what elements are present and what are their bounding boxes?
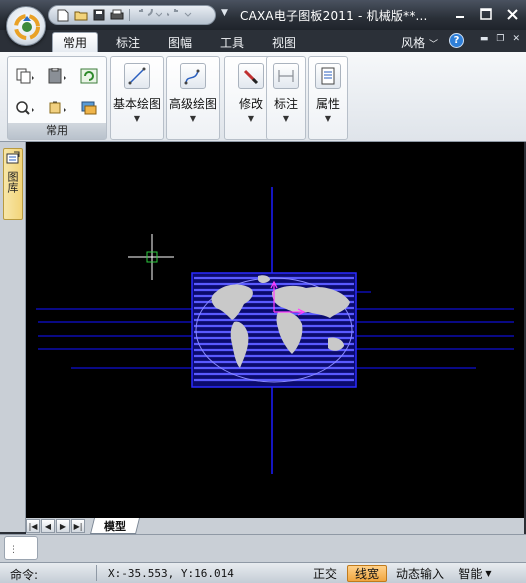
print-icon[interactable] [109, 8, 124, 22]
app-menu-button[interactable] [6, 6, 46, 46]
world-map-image [191, 272, 357, 388]
command-prompt: 命令: [10, 568, 39, 582]
quick-access-dropdown-icon[interactable]: ▼ [221, 8, 228, 18]
help-icon[interactable]: ? [449, 33, 464, 48]
maximize-icon[interactable] [478, 6, 494, 22]
dimension-label: 标注 [273, 97, 298, 111]
ortho-toggle[interactable]: 正交 [306, 565, 344, 582]
copy-icon[interactable] [11, 65, 39, 87]
window-controls [452, 6, 520, 22]
tab-tools[interactable]: 工具 [212, 32, 252, 52]
tab-sheet[interactable]: 图幅 [160, 32, 200, 52]
properties-brush-icon[interactable] [43, 97, 71, 119]
common-row-2 [11, 97, 103, 119]
last-layout-icon[interactable]: ▶| [71, 519, 85, 533]
next-layout-icon[interactable]: ▶ [56, 519, 70, 533]
ribbon-window-controls: ▬ ❐ ✕ [480, 34, 520, 44]
crosshair-cursor [128, 234, 174, 280]
grip-icon: ⋮ [9, 545, 18, 555]
tab-annotate[interactable]: 标注 [108, 32, 148, 52]
chevron-down-icon: ▼ [324, 114, 332, 123]
cursor-coordinates: X:-35.553, Y:16.014 [108, 567, 234, 580]
common-group: 常用 [7, 56, 107, 140]
layer-manager-icon[interactable] [75, 97, 103, 119]
command-history-box[interactable]: ⋮ [4, 536, 38, 560]
layout-nav-buttons: |◀ ◀ ▶ ▶| [26, 519, 85, 533]
library-tab[interactable]: 图库 [3, 148, 23, 220]
first-layout-icon[interactable]: |◀ [26, 519, 40, 533]
library-icon [6, 151, 20, 164]
advanced-draw-label: 高级绘图 [168, 97, 217, 111]
layout-tab-bar: |◀ ◀ ▶ ▶| 模型 [26, 518, 524, 534]
chevron-down-icon: ▼ [189, 114, 197, 123]
ribbon-close-icon[interactable]: ✕ [512, 34, 520, 44]
smart-snap-toggle[interactable]: 智能 ▼ [455, 565, 495, 582]
minimize-icon[interactable] [452, 6, 468, 22]
status-bar: 命令: X:-35.553, Y:16.014 正交 线宽 动态输入 智能 ▼ [0, 562, 526, 583]
window-title: CAXA电子图板2011 - 机械版**... [240, 9, 428, 23]
eraser-icon [238, 63, 264, 89]
dimension-icon [273, 63, 299, 89]
ribbon-tab-row: 常用 标注 图幅 工具 视图 [0, 30, 526, 52]
chevron-down-icon: ▼ [133, 114, 141, 123]
title-bar: ▼ CAXA电子图板2011 - 机械版**... [0, 0, 526, 30]
status-divider [96, 565, 97, 581]
quick-access-toolbar [48, 5, 216, 25]
tab-common[interactable]: 常用 [52, 32, 98, 52]
common-group-label: 常用 [8, 123, 106, 139]
close-icon[interactable] [504, 6, 520, 22]
regenerate-icon[interactable] [75, 65, 103, 87]
chevron-down-icon: ▼ [282, 114, 290, 123]
properties-label: 属性 [315, 97, 340, 111]
new-file-icon[interactable] [55, 8, 70, 22]
command-area: ⋮ [0, 534, 526, 562]
tab-model[interactable]: 模型 [90, 518, 140, 534]
basic-draw-label: 基本绘图 [112, 97, 161, 111]
redo-icon[interactable] [166, 8, 194, 22]
caxa-logo-icon [14, 14, 40, 40]
undo-icon[interactable] [135, 8, 163, 22]
save-icon[interactable] [91, 8, 106, 22]
properties-button[interactable]: 属性 ▼ [308, 56, 348, 140]
common-row-1 [11, 65, 103, 87]
ribbon-panel: 常用 基本绘图 ▼ 高级绘图 ▼ 修改 ▼ 标注 ▼ 属性 ▼ [0, 52, 526, 142]
dynamic-input-toggle[interactable]: 动态输入 [390, 565, 450, 582]
drawing-canvas[interactable] [26, 142, 524, 518]
basic-draw-button[interactable]: 基本绘图 ▼ [110, 56, 164, 140]
zoom-icon[interactable] [11, 97, 39, 119]
open-folder-icon[interactable] [73, 8, 88, 22]
line-draw-icon [124, 63, 150, 89]
properties-icon [315, 63, 341, 89]
prev-layout-icon[interactable]: ◀ [41, 519, 55, 533]
advanced-draw-button[interactable]: 高级绘图 ▼ [166, 56, 220, 140]
library-tab-label: 图库 [6, 171, 19, 193]
ribbon-minimize-icon[interactable]: ▬ [480, 34, 489, 44]
tab-view[interactable]: 视图 [264, 32, 304, 52]
lineweight-toggle[interactable]: 线宽 [347, 565, 387, 582]
modify-label: 修改 [238, 97, 263, 111]
side-panel: 图库 [0, 142, 26, 532]
chevron-down-icon: ▼ [247, 114, 255, 123]
dimension-button[interactable]: 标注 ▼ [266, 56, 306, 140]
curve-draw-icon [180, 63, 206, 89]
separator [129, 9, 130, 21]
paste-icon[interactable] [43, 65, 71, 87]
style-menu[interactable]: 风格 ﹀ [401, 34, 438, 51]
ribbon-restore-icon[interactable]: ❐ [496, 34, 504, 44]
